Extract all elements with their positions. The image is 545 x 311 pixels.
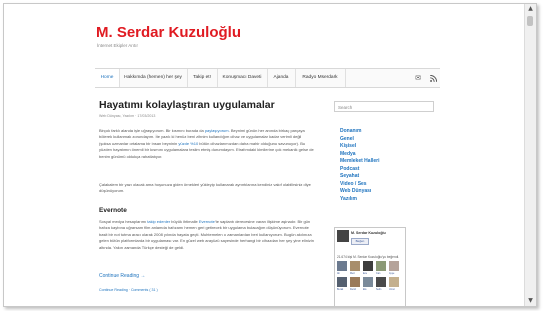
fan-thumbnail[interactable] bbox=[350, 277, 360, 287]
rss-icon[interactable] bbox=[426, 69, 440, 87]
paragraph-text: büyük ihtimalle bbox=[170, 219, 199, 224]
category-item-podcast[interactable]: Podcast bbox=[340, 166, 379, 174]
evernote-link[interactable]: Evernote bbox=[199, 219, 215, 224]
fan-name[interactable]: Deniz bbox=[350, 288, 356, 291]
facebook-like-box: M. Serdar Kuzuloğlu Beğen 21.674 kişi M.… bbox=[334, 227, 406, 306]
paylasiyorum-link[interactable]: paylaşıyorum bbox=[205, 128, 229, 133]
category-list: Donanım Genel Kişisel Medya Memleket Hal… bbox=[340, 128, 379, 203]
nav-item-konusmaci-daveti[interactable]: Konuşmacı Daveti bbox=[217, 69, 268, 87]
site-description: İnternet Ekipler Arıtır bbox=[97, 43, 139, 48]
fan-name[interactable]: Ali bbox=[337, 272, 340, 275]
scroll-up-arrow-icon[interactable]: ▲ bbox=[525, 4, 536, 14]
category-item-donanim[interactable]: Donanım bbox=[340, 128, 379, 136]
scroll-down-arrow-icon[interactable]: ▼ bbox=[525, 296, 536, 306]
fan-name[interactable]: Efe bbox=[363, 288, 367, 291]
fan-name[interactable]: Selin bbox=[376, 288, 381, 291]
fan-name[interactable]: Ayşe bbox=[389, 272, 394, 275]
fan-thumbnail[interactable] bbox=[376, 277, 386, 287]
post-meta: Web Dünyası, Yazılım · 17/03/2013 bbox=[99, 114, 156, 118]
post-title[interactable]: Hayatımı kolaylaştıran uygulamalar bbox=[99, 99, 275, 111]
takip-edenler-link[interactable]: takip edenler bbox=[147, 219, 170, 224]
fan-thumbnail[interactable] bbox=[376, 261, 386, 271]
fan-name[interactable]: Mert bbox=[350, 272, 355, 275]
continue-reading-link[interactable]: Continue Reading → bbox=[99, 273, 145, 279]
browser-frame: M. Serdar Kuzuloğlu İnternet Ekipler Arı… bbox=[3, 3, 537, 307]
fan-name[interactable]: Can bbox=[376, 272, 380, 275]
category-item-memleket-halleri[interactable]: Memleket Halleri bbox=[340, 158, 379, 166]
fan-thumbnail[interactable] bbox=[337, 261, 347, 271]
post-paragraph-1: Birçok farklı alanda işle uğraşıyorum. B… bbox=[99, 128, 314, 160]
post-paragraph-2: Çalakalem bir yazı olacak ama hoşunuza g… bbox=[99, 182, 311, 194]
category-item-web-dunyasi[interactable]: Web Dünyası bbox=[340, 188, 379, 196]
post-footer-links[interactable]: Continue Reading · Comments ( 31 ) bbox=[99, 288, 158, 292]
nav-item-radyo[interactable]: Radyo Mserdark bbox=[295, 69, 346, 87]
vertical-scrollbar[interactable]: ▲ ▼ bbox=[524, 4, 536, 306]
post-subheading: Evernote bbox=[99, 207, 127, 214]
category-item-yazilim[interactable]: Yazılım bbox=[340, 196, 379, 204]
blog-page: M. Serdar Kuzuloğlu İnternet Ekipler Arı… bbox=[94, 4, 444, 306]
facebook-page-name[interactable]: M. Serdar Kuzuloğlu bbox=[351, 231, 386, 235]
category-item-seyahat[interactable]: Seyahat bbox=[340, 173, 379, 181]
paragraph-text: Sosyal medya hesaplarımı bbox=[99, 219, 148, 224]
fan-thumbnail[interactable] bbox=[363, 277, 373, 287]
search-input[interactable]: Search bbox=[334, 101, 434, 112]
nav-item-takip-et[interactable]: Takip et! bbox=[187, 69, 218, 87]
fan-name[interactable]: Umut bbox=[389, 288, 395, 291]
paragraph-text: Birçok farklı alanda işle uğraşıyorum. B… bbox=[99, 128, 205, 133]
fan-thumbnail[interactable] bbox=[337, 277, 347, 287]
avatar[interactable] bbox=[337, 230, 349, 242]
scrollbar-thumb[interactable] bbox=[527, 16, 533, 26]
post-paragraph-3: Sosyal medya hesaplarımı takip edenler b… bbox=[99, 219, 314, 251]
nav-item-home[interactable]: Home bbox=[95, 69, 120, 87]
yuzde-link[interactable]: yüzde %10 bbox=[178, 141, 198, 146]
category-item-genel[interactable]: Genel bbox=[340, 136, 379, 144]
category-item-medya[interactable]: Medya bbox=[340, 151, 379, 159]
facebook-like-count: 21.674 kişi M. Serdar Kuzuloğlu'yu beğen… bbox=[337, 255, 400, 259]
mail-icon[interactable]: ✉ bbox=[411, 69, 425, 87]
fan-name[interactable]: Ece bbox=[363, 272, 367, 275]
fan-thumbnail[interactable] bbox=[389, 277, 399, 287]
fan-thumbnail[interactable] bbox=[350, 261, 360, 271]
category-item-video-ses[interactable]: Video / Ses bbox=[340, 181, 379, 189]
facebook-like-button[interactable]: Beğen bbox=[351, 238, 369, 245]
fan-thumbnail[interactable] bbox=[389, 261, 399, 271]
category-item-kisisel[interactable]: Kişisel bbox=[340, 143, 379, 151]
main-navigation: Home Hakkımda (hemen) her şey Takip et! … bbox=[95, 68, 440, 88]
nav-item-ajanda[interactable]: Ajanda bbox=[267, 69, 296, 87]
site-title[interactable]: M. Serdar Kuzuloğlu bbox=[96, 24, 241, 41]
fan-thumbnail[interactable] bbox=[363, 261, 373, 271]
fan-name[interactable]: Burak bbox=[337, 288, 343, 291]
nav-item-hakkimda[interactable]: Hakkımda (hemen) her şey bbox=[119, 69, 188, 87]
facebook-box-header: M. Serdar Kuzuloğlu Beğen bbox=[337, 230, 403, 250]
